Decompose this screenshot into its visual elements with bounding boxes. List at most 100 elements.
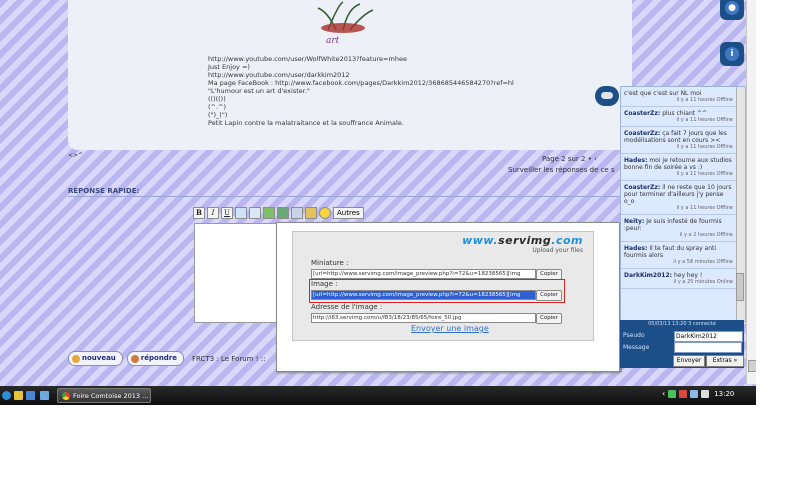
reply-button[interactable]: répondre xyxy=(126,351,185,366)
chat-message: CoasterZz: il ne reste que 10 jours pour… xyxy=(621,181,745,215)
desktop-icon[interactable] xyxy=(40,391,49,400)
chat-message-time: il y a 11 heures Offline xyxy=(676,144,733,150)
chat-message-user[interactable]: CoasterZz: xyxy=(624,184,660,191)
chat-bubble-icon[interactable] xyxy=(595,86,619,106)
forum-breadcrumb-link[interactable]: FRCT3 : Le Forum ! :: xyxy=(192,355,265,363)
page-scrollbar[interactable] xyxy=(746,0,756,384)
signature-line: (^.^) xyxy=(208,103,227,111)
new-topic-button[interactable]: nouveau xyxy=(68,351,123,366)
reply-label: répondre xyxy=(140,354,178,362)
network-icon[interactable] xyxy=(690,389,699,398)
link-icon[interactable] xyxy=(291,207,303,219)
chat-username-field[interactable]: DarkKim2012 xyxy=(674,331,743,342)
servimg-logo: www.servimg.com xyxy=(462,234,583,247)
servimg-upload-popup: www.servimg.com Upload your files Miniat… xyxy=(276,222,620,372)
servimg-logo-brand: servimg xyxy=(498,234,552,247)
chat-message-user[interactable]: DarkKim2012: xyxy=(624,272,672,279)
chat-send-button[interactable]: Envoyer xyxy=(673,355,705,367)
chat-message-time: il y a 11 heures Offline xyxy=(676,171,733,177)
security-icon[interactable] xyxy=(668,389,677,398)
reply-icon xyxy=(130,354,139,363)
watch-topic-link[interactable]: Surveiller les réponses de ce s xyxy=(508,166,615,174)
chatbox-messages[interactable]: c'est que c'est sur NL moi il y a 11 heur… xyxy=(620,86,746,322)
browser-viewport: art http://www.youtube.com/user/WolfWhit… xyxy=(0,0,756,405)
signature-line[interactable]: http://www.youtube.com/user/WolfWhite201… xyxy=(208,55,514,63)
chat-extras-button[interactable]: Extras » xyxy=(706,355,744,367)
chat-message: DarkKim2012: hey hey ! il y a 25 minutes … xyxy=(621,269,745,289)
chat-message-time: il y a 11 heures Offline xyxy=(676,97,733,103)
page-info: Page 2 sur 2 • ‹ xyxy=(542,155,597,163)
chat-message-input[interactable] xyxy=(674,342,742,353)
chat-message: c'est que c'est sur NL moi il y a 11 heur… xyxy=(621,87,745,107)
signature-line: Petit Lapin contre la malatraitance et l… xyxy=(208,119,404,127)
send-image-link[interactable]: Envoyer une image xyxy=(411,324,489,333)
signature-line: Just Enjoy =) xyxy=(208,63,250,71)
chat-message-text: hey hey ! xyxy=(673,272,703,279)
copy-address-button[interactable]: Copier xyxy=(536,313,562,324)
bold-button[interactable]: B xyxy=(193,207,205,219)
chat-message: CoasterZz: plus chiant ^^ il y a 11 heure… xyxy=(621,107,745,127)
chat-scroll-thumb[interactable] xyxy=(736,273,744,301)
system-tray: ‹ 13:20 xyxy=(662,389,734,398)
image-address-label: Adresse de l'image : xyxy=(311,303,383,311)
info-icon[interactable]: i xyxy=(720,42,744,66)
microphone-glyph: ● xyxy=(725,1,739,15)
post-buttons: nouveau répondre FRCT3 : Le Forum ! :: xyxy=(68,351,265,366)
chat-message: CoasterZz: ça fait 7 jours que les modél… xyxy=(621,127,745,154)
signature-line: (")_(") xyxy=(208,111,228,119)
chat-message-time: il y a 2 heures Offline xyxy=(679,232,733,238)
microphone-icon[interactable]: ● xyxy=(720,0,744,20)
chat-message-label: Message xyxy=(623,344,650,351)
chat-message-list: c'est que c'est sur NL moi il y a 11 heur… xyxy=(621,87,745,289)
thumbnail-label: Miniature : xyxy=(311,259,349,267)
windows-taskbar: Foire Comtoise 2013 ... ‹ 13:20 xyxy=(0,386,756,405)
image-icon[interactable] xyxy=(263,207,275,219)
image-address-field[interactable]: http://i83.servimg.com/u/f83/18/23/85/65… xyxy=(311,313,536,323)
underline-button[interactable]: U xyxy=(221,207,233,219)
servimg-logo-prefix: www. xyxy=(462,234,499,247)
signature-line: "L'humour est un art d'exister." xyxy=(208,87,310,95)
chat-message-user[interactable]: Neity: xyxy=(624,218,644,225)
signature-line: (()(()) xyxy=(208,95,226,103)
others-button[interactable]: Autres xyxy=(333,207,364,219)
signature-line[interactable]: Ma page FaceBook : http://www.facebook.c… xyxy=(208,79,514,87)
color-icon[interactable] xyxy=(305,207,317,219)
svg-text:art: art xyxy=(326,36,340,46)
signature-line[interactable]: http://www.youtube.com/user/darkkim2012 xyxy=(208,71,514,79)
info-glyph: i xyxy=(725,47,739,61)
clock: 13:20 xyxy=(714,389,735,398)
quote-icon[interactable] xyxy=(235,207,247,219)
divider xyxy=(68,196,620,197)
volume-icon[interactable] xyxy=(701,389,710,398)
italic-button[interactable]: I xyxy=(207,207,219,219)
code-icon[interactable] xyxy=(249,207,261,219)
page-scroll-thumb[interactable] xyxy=(748,360,756,372)
thumbnail-code-field[interactable]: [url=http://www.servimg.com/image_previe… xyxy=(311,269,536,279)
taskbar-browser-item[interactable]: Foire Comtoise 2013 ... xyxy=(57,388,151,403)
chat-message: Neity: Je suis infesté de fourmis :peur:… xyxy=(621,215,745,242)
new-topic-icon xyxy=(72,354,80,363)
chat-scrollbar[interactable] xyxy=(736,87,745,321)
chat-message-user[interactable]: Hades: xyxy=(624,157,647,164)
chat-message-user[interactable]: Hades: xyxy=(624,245,647,252)
chat-message-user[interactable]: CoasterZz: xyxy=(624,130,660,137)
explorer-icon[interactable] xyxy=(14,391,23,400)
servimg-logo-suffix: .com xyxy=(551,234,583,247)
quick-reply-textarea[interactable] xyxy=(194,223,282,323)
chat-message: Hades: Il te faut du spray anti fourmis … xyxy=(621,242,745,269)
chat-message-text: c'est que c'est sur NL moi xyxy=(624,90,702,97)
chat-message-user[interactable]: CoasterZz: xyxy=(624,110,660,117)
servimg-panel: www.servimg.com Upload your files Miniat… xyxy=(292,231,594,341)
host-image-icon[interactable] xyxy=(277,207,289,219)
tray-expand-icon[interactable]: ‹ xyxy=(662,389,665,398)
taskbar-item-label: Foire Comtoise 2013 ... xyxy=(73,391,149,400)
pager-arrows[interactable]: <>^ xyxy=(68,152,83,159)
chat-username-label: Pseudo xyxy=(623,332,645,339)
media-icon[interactable] xyxy=(26,391,35,400)
smiley-icon[interactable] xyxy=(319,207,331,219)
chat-bubble-dot xyxy=(601,92,613,99)
start-button-icon[interactable] xyxy=(2,391,11,400)
signature-logo-image: art xyxy=(317,1,374,46)
chrome-icon xyxy=(62,391,70,400)
language-icon[interactable] xyxy=(679,389,688,398)
